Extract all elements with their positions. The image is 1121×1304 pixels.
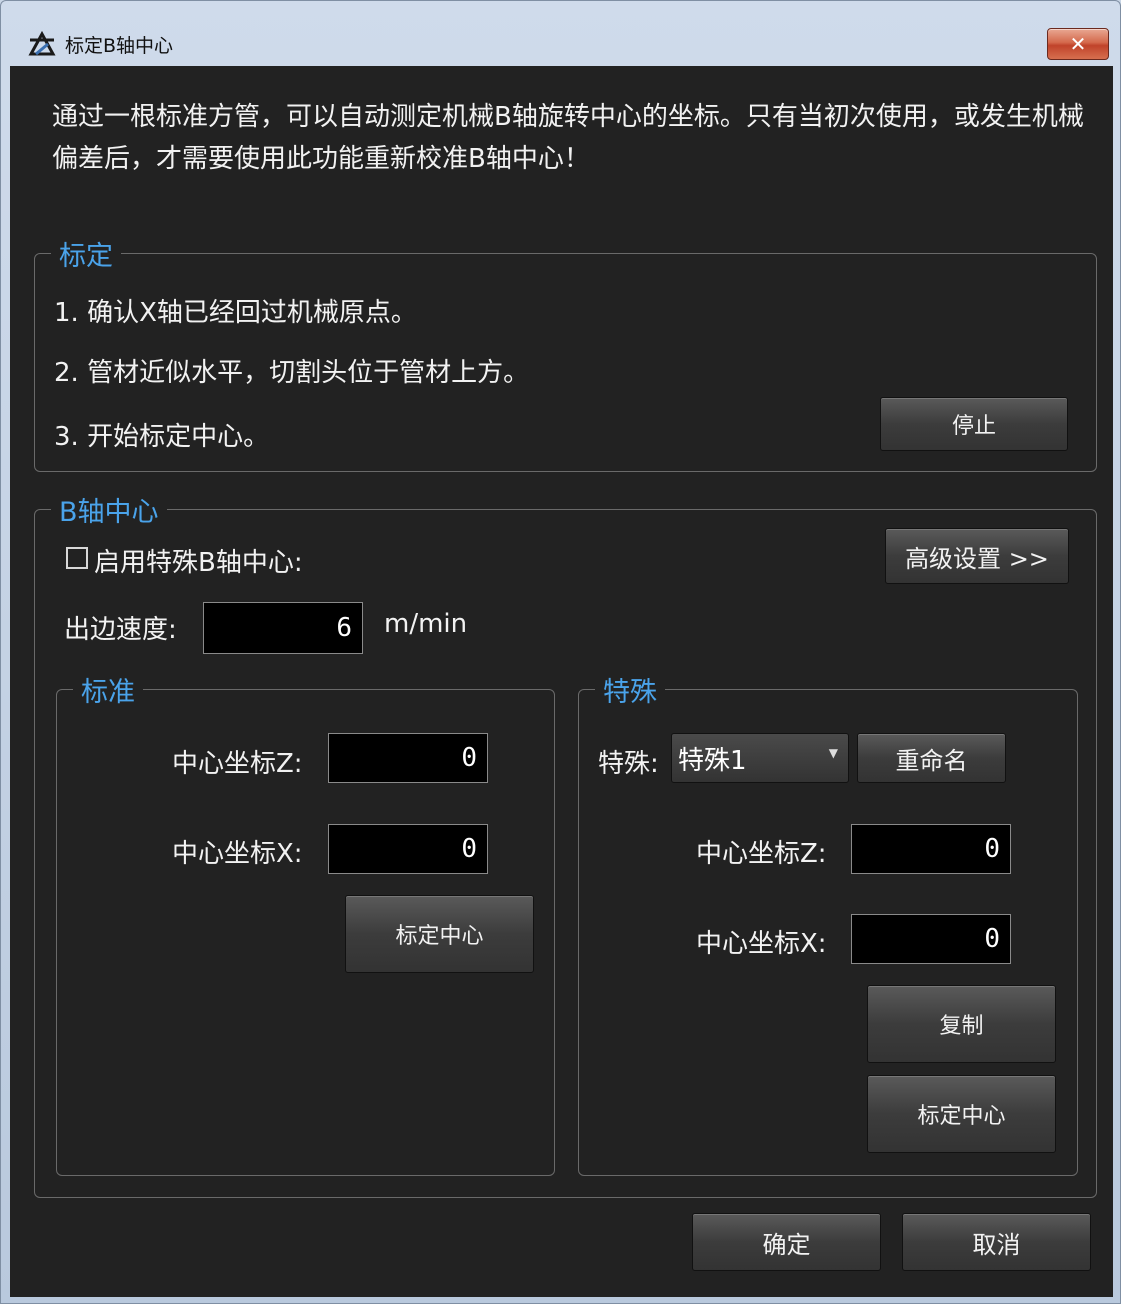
speed-input[interactable]: 6 [203, 602, 363, 654]
step-2-text: 2. 管材近似水平，切割头位于管材上方。 [54, 358, 530, 388]
standard-z-label: 中心坐标Z: [172, 749, 303, 779]
special-x-label: 中心坐标X: [696, 929, 827, 959]
dialog-window: 标定B轴中心 ✕ 通过一根标准方管，可以自动测定机械B轴旋转中心的坐标。只有当初… [0, 0, 1121, 1304]
standard-calibrate-button[interactable]: 标定中心 [345, 895, 534, 973]
speed-label: 出边速度: [64, 615, 177, 645]
special-x-input[interactable]: 0 [851, 914, 1011, 964]
special-z-input[interactable]: 0 [851, 824, 1011, 874]
close-button[interactable]: ✕ [1047, 28, 1109, 60]
cancel-button[interactable]: 取消 [902, 1213, 1091, 1271]
rename-button[interactable]: 重命名 [857, 733, 1006, 783]
intro-text: 通过一根标准方管，可以自动测定机械B轴旋转中心的坐标。只有当初次使用，或发生机械… [52, 102, 1084, 174]
speed-unit: m/min [384, 609, 468, 639]
standard-z-input[interactable]: 0 [328, 733, 488, 783]
standard-x-input[interactable]: 0 [328, 824, 488, 874]
enable-special-label: 启用特殊B轴中心: [94, 548, 303, 578]
standard-group-legend: 标准 [81, 677, 135, 708]
copy-button[interactable]: 复制 [867, 985, 1056, 1063]
special-group-legend: 特殊 [603, 677, 657, 708]
chevron-down-icon: ▼ [828, 746, 838, 760]
special-z-label: 中心坐标Z: [696, 839, 827, 869]
stop-button[interactable]: 停止 [880, 397, 1068, 451]
calibrate-group-legend: 标定 [59, 241, 113, 272]
window-title: 标定B轴中心 [65, 35, 174, 57]
special-select[interactable]: 特殊1 ▼ [671, 733, 849, 783]
b-axis-center-legend: B轴中心 [59, 497, 159, 528]
ok-button[interactable]: 确定 [692, 1213, 881, 1271]
enable-special-checkbox[interactable] [66, 547, 88, 569]
title-bar[interactable]: 标定B轴中心 ✕ [1, 1, 1120, 65]
standard-x-label: 中心坐标X: [172, 839, 303, 869]
special-select-label: 特殊: [598, 749, 659, 779]
app-logo-icon [28, 30, 56, 56]
step-1-text: 1. 确认X轴已经回过机械原点。 [54, 298, 417, 328]
dialog-body: 通过一根标准方管，可以自动测定机械B轴旋转中心的坐标。只有当初次使用，或发生机械… [10, 66, 1113, 1297]
special-select-value: 特殊1 [678, 745, 747, 776]
special-calibrate-button[interactable]: 标定中心 [867, 1075, 1056, 1153]
step-3-text: 3. 开始标定中心。 [54, 422, 270, 452]
advanced-settings-button[interactable]: 高级设置 >> [885, 528, 1069, 584]
